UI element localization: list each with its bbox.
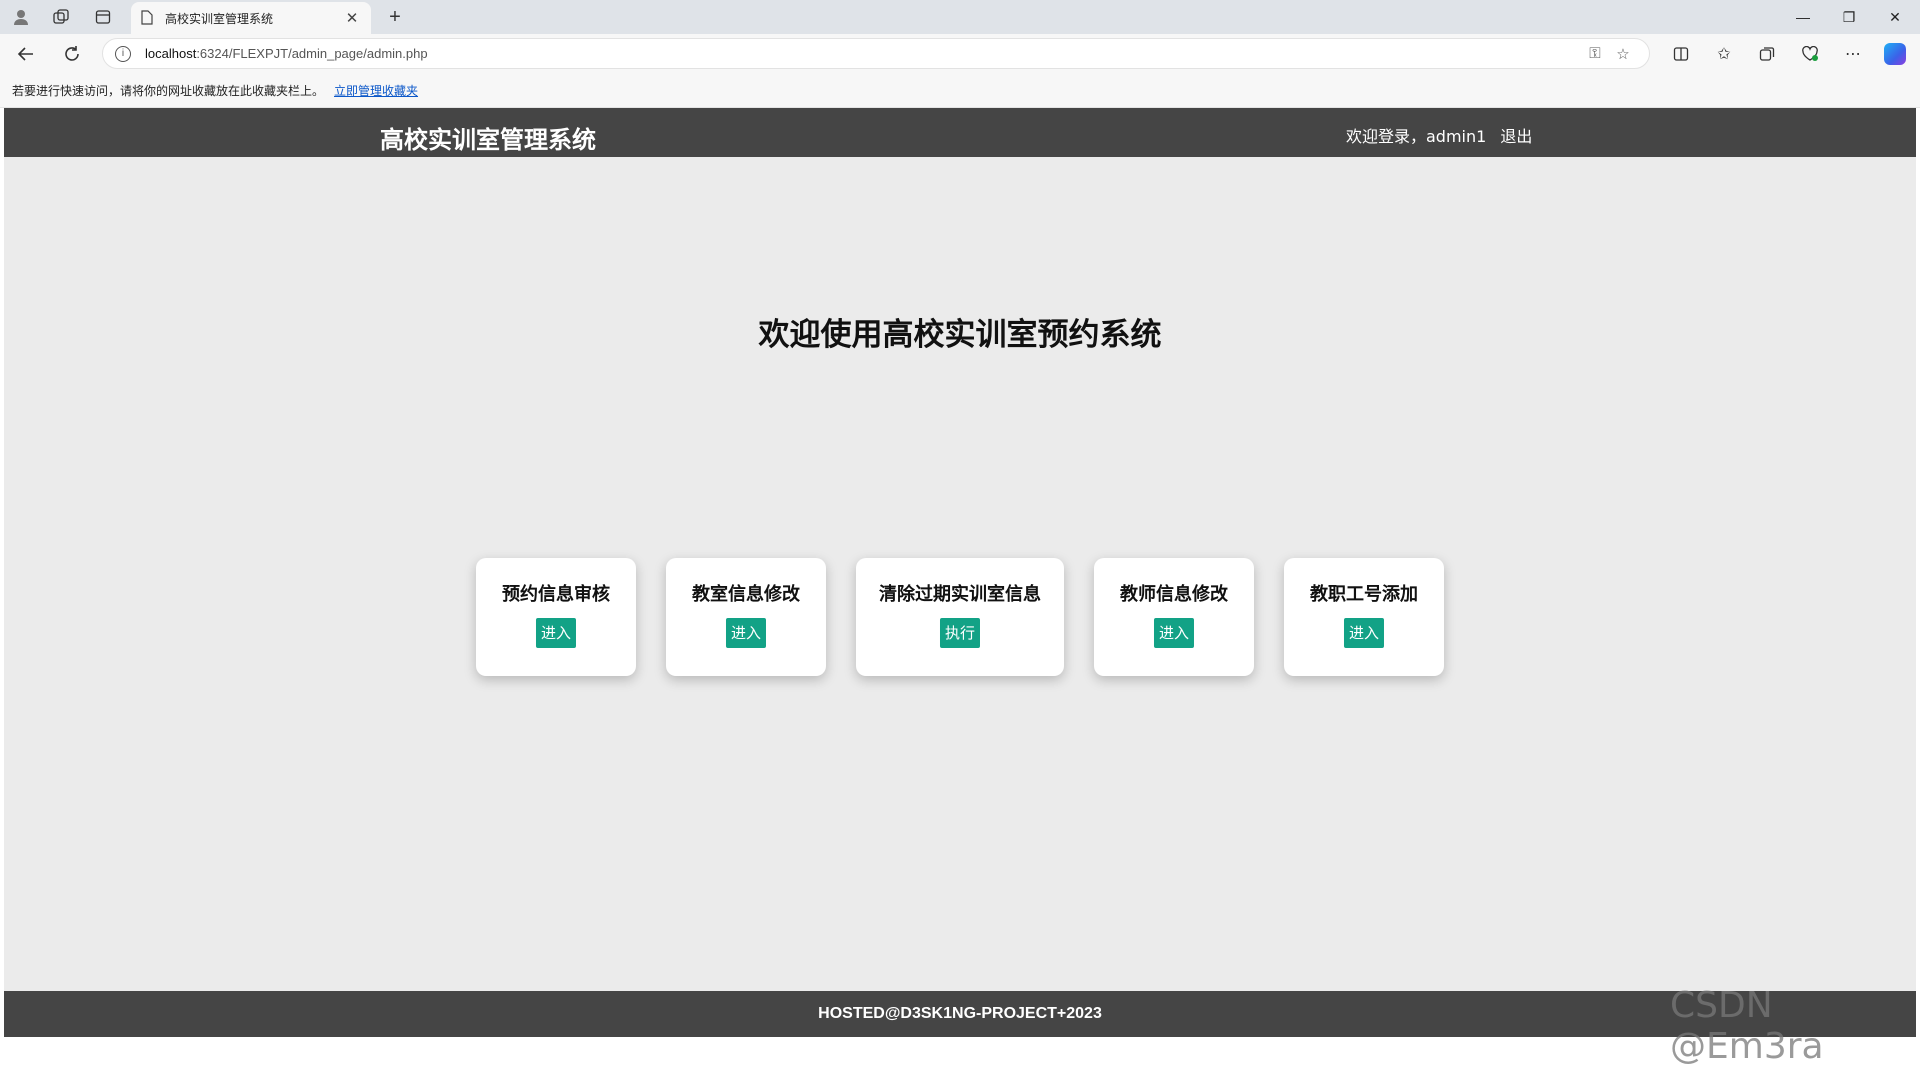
card-title: 清除过期实训室信息 xyxy=(879,584,1041,605)
copilot-icon[interactable] xyxy=(1878,39,1912,69)
favorites-prompt: 若要进行快速访问，请将你的网址收藏放在此收藏夹栏上。 xyxy=(12,84,325,98)
back-icon[interactable] xyxy=(10,39,42,69)
new-tab-button[interactable]: + xyxy=(380,4,410,30)
site-header: 高校实训室管理系统 欢迎登录，admin1 退出 xyxy=(4,108,1916,157)
workspaces-icon[interactable] xyxy=(44,4,78,30)
execute-button[interactable]: 执行 xyxy=(939,618,981,648)
card-clear-expired: 清除过期实训室信息 执行 xyxy=(856,558,1064,676)
tab-actions-icon[interactable] xyxy=(86,4,120,30)
watermark-text: CSDN @Em3ra xyxy=(1670,985,1824,1067)
window-close-button[interactable]: ✕ xyxy=(1872,0,1918,34)
split-screen-icon[interactable] xyxy=(1664,39,1698,69)
close-tab-icon[interactable]: ✕ xyxy=(343,9,361,27)
user-area: 欢迎登录，admin1 退出 xyxy=(1346,123,1532,147)
card-title: 教室信息修改 xyxy=(692,584,800,605)
enter-button[interactable]: 进入 xyxy=(1153,618,1195,648)
card-classroom-edit: 教室信息修改 进入 xyxy=(666,558,826,676)
collections-icon[interactable] xyxy=(1750,39,1784,69)
profile-icon[interactable] xyxy=(4,4,38,30)
card-staff-id-add: 教职工号添加 进入 xyxy=(1284,558,1444,676)
site-title: 高校实训室管理系统 xyxy=(380,126,596,154)
card-reservation-review: 预约信息审核 进入 xyxy=(476,558,636,676)
favorites-icon[interactable]: ✩ xyxy=(1707,39,1741,69)
restore-button[interactable]: ❐ xyxy=(1826,0,1872,34)
tab-title: 高校实训室管理系统 xyxy=(165,11,274,26)
key-icon[interactable]: ⚿ xyxy=(1581,45,1609,62)
logout-link[interactable]: 退出 xyxy=(1500,123,1532,147)
browser-toolbar: i localhost :6324/FLEXPJT/admin_page/adm… xyxy=(0,34,1920,74)
manage-favorites-link[interactable]: 立即管理收藏夹 xyxy=(334,82,418,99)
star-icon[interactable]: ☆ xyxy=(1609,45,1637,63)
refresh-icon[interactable] xyxy=(56,39,88,69)
enter-button[interactable]: 进入 xyxy=(1343,618,1385,648)
address-host: localhost xyxy=(145,46,197,61)
card-title: 教职工号添加 xyxy=(1310,584,1418,605)
card-title: 预约信息审核 xyxy=(502,584,610,605)
minimize-button[interactable]: — xyxy=(1780,0,1826,34)
browser-essentials-icon[interactable] xyxy=(1793,39,1827,69)
more-menu-icon[interactable]: ⋯ xyxy=(1836,39,1870,69)
address-bar[interactable]: i localhost :6324/FLEXPJT/admin_page/adm… xyxy=(102,38,1650,69)
welcome-user-text: 欢迎登录，admin1 xyxy=(1346,127,1487,146)
site-info-icon[interactable]: i xyxy=(115,45,131,62)
site-footer: HOSTED@D3SK1NG-PROJECT+2023 xyxy=(4,991,1916,1037)
enter-button[interactable]: 进入 xyxy=(725,618,767,648)
browser-tabstrip: 高校实训室管理系统 ✕ + — ❐ ✕ xyxy=(0,0,1920,34)
browser-tab-active[interactable]: 高校实训室管理系统 ✕ xyxy=(131,2,371,34)
page-icon xyxy=(141,10,155,26)
address-path: :6324/FLEXPJT/admin_page/admin.php xyxy=(196,46,428,61)
favorites-bar: 若要进行快速访问，请将你的网址收藏放在此收藏夹栏上。 立即管理收藏夹 xyxy=(0,74,1920,108)
enter-button[interactable]: 进入 xyxy=(535,618,577,648)
card-title: 教师信息修改 xyxy=(1120,584,1228,605)
main-heading: 欢迎使用高校实训室预约系统 xyxy=(758,317,1162,353)
card-teacher-edit: 教师信息修改 进入 xyxy=(1094,558,1254,676)
page-viewport: 高校实训室管理系统 欢迎登录，admin1 退出 欢迎使用高校实训室预约系统 预… xyxy=(4,108,1916,1037)
